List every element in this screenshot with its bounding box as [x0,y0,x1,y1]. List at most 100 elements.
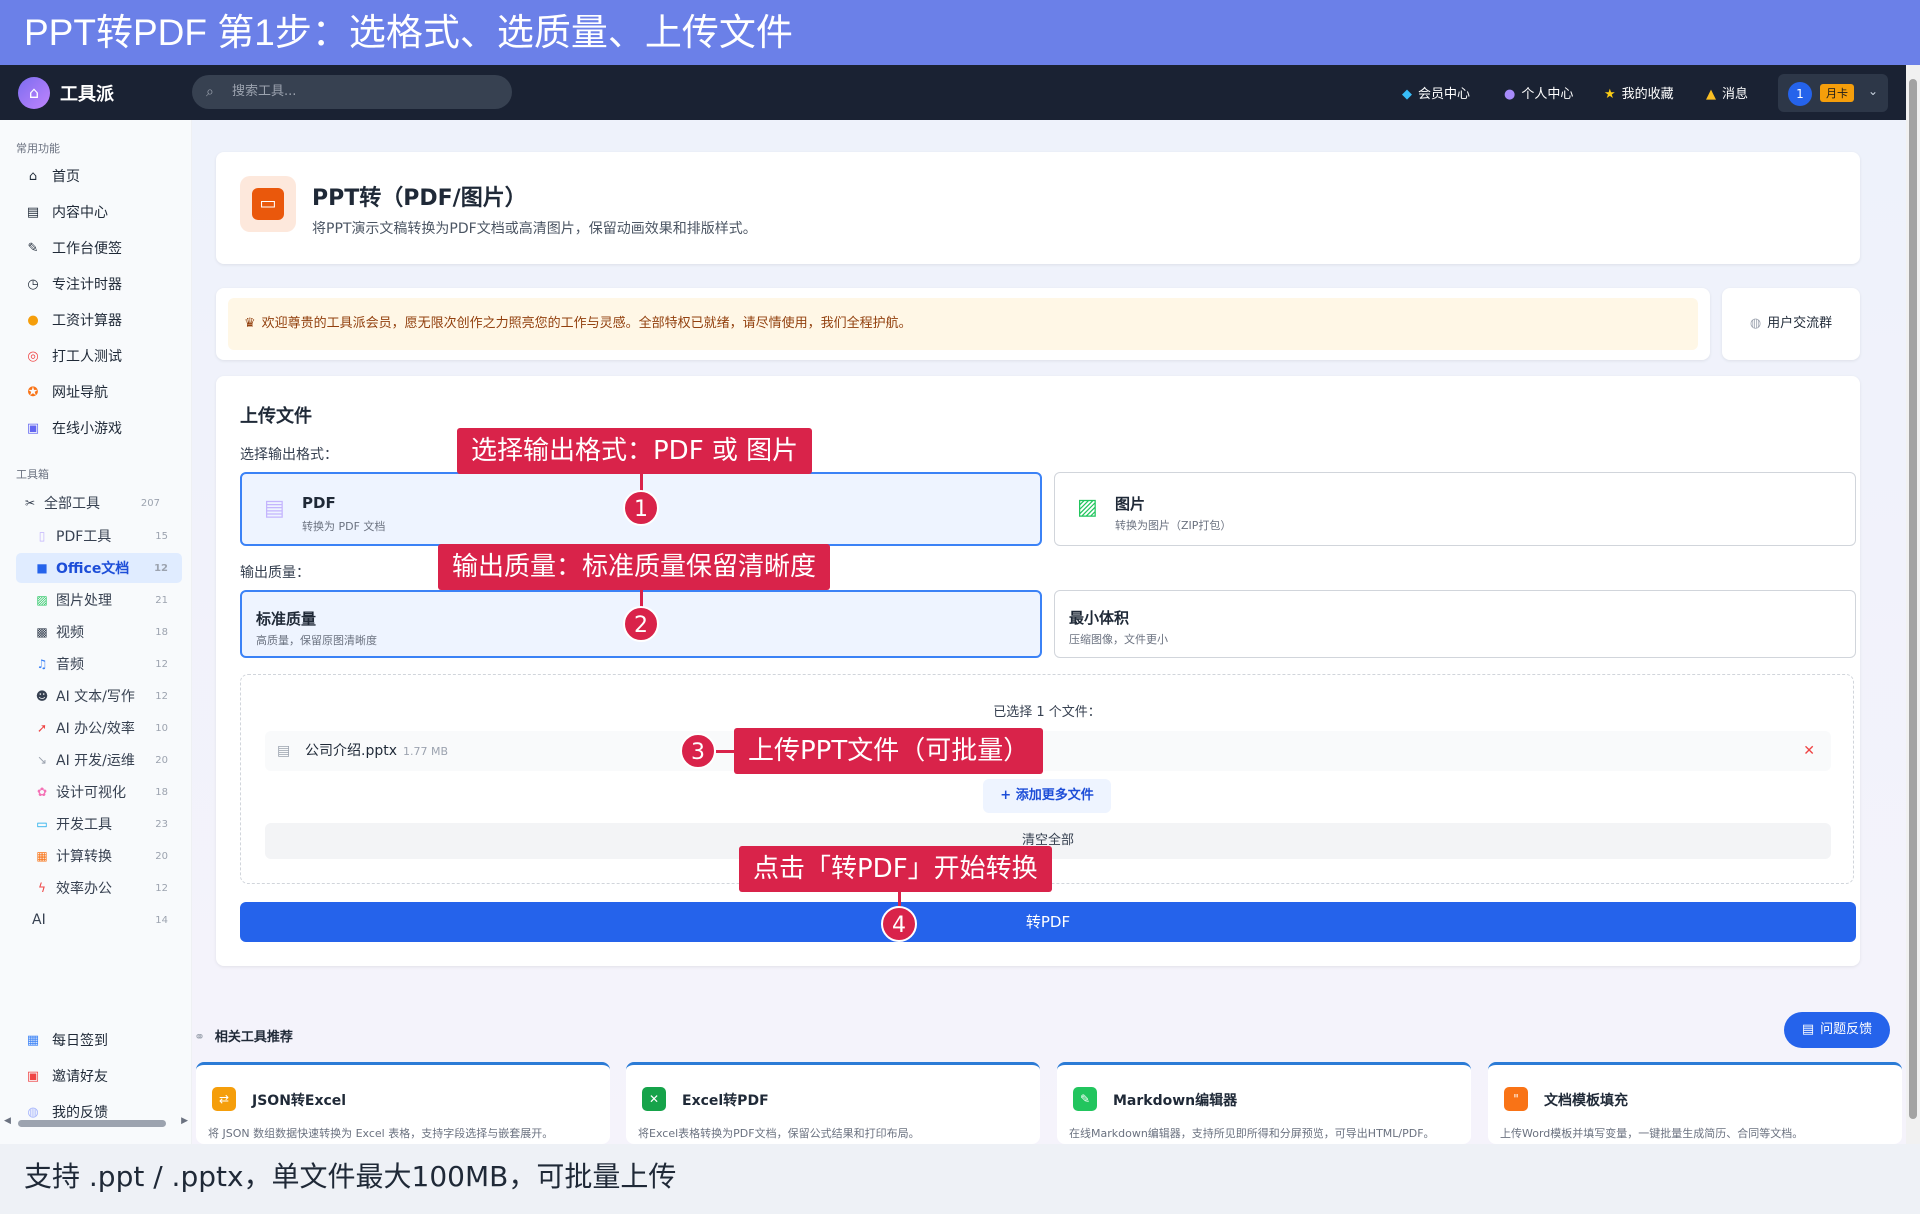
annotation-label-2: 输出质量：标准质量保留清晰度 [438,544,831,590]
nav-profile[interactable]: ● 个人中心 [1504,83,1573,102]
scroll-left-icon[interactable]: ◀ [4,1116,11,1126]
related-tool-card[interactable]: ⇄ JSON转Excel 将 JSON 数组数据快速转换为 Excel 表格，支… [196,1062,610,1144]
chat-icon: ◍ [1749,316,1762,331]
sidebar-item-label: 网址导航 [52,385,108,401]
convert-button[interactable]: 转PDF [240,902,1856,942]
nav-messages[interactable]: ▲ 消息 [1706,83,1748,102]
gamepad-icon: ▣ [26,420,40,436]
markdown-icon: ✎ [1073,1087,1097,1111]
nav-label: 会员中心 [1418,87,1471,102]
brand-name[interactable]: 工具派 [60,80,114,106]
compass-icon: ✪ [27,384,39,400]
sidebar-item-label: 音频 [56,657,84,673]
tool-desc: 上传Word模板并填写变量，一键批量生成简历、合同等文档。 [1500,1127,1804,1140]
option-name: 最小体积 [1069,609,1130,627]
app-logo-icon[interactable]: ⌂ [18,77,50,109]
page-description: 将PPT演示文稿转换为PDF文档或高清图片，保留动画效果和排版样式。 [312,221,757,237]
chevron-down-icon: ⌄ [1868,84,1879,98]
scrollbar-thumb[interactable] [1909,79,1917,1119]
related-tool-card[interactable]: " 文档模板填充 上传Word模板并填写变量，一键批量生成简历、合同等文档。 [1488,1062,1902,1144]
avatar: 1 [1788,82,1812,106]
sidebar-count: 15 [155,530,168,542]
feedback-label: 问题反馈 [1820,1022,1873,1037]
sidebar-item-games[interactable]: ▣ 在线小游戏 [24,418,122,438]
sidebar-item-content[interactable]: ▤ 内容中心 [24,202,108,222]
page-title: PPT转（PDF/图片） [312,186,527,211]
quality-option-smallest[interactable]: 最小体积 压缩图像，文件更小 [1054,590,1856,658]
sidebar-item-label: 设计可视化 [56,785,126,801]
sidebar-cat-efficiency[interactable]: ϟ 效率办公 12 [16,873,182,903]
file-item: ▤ 公司介绍.pptx 1.77 MB ✕ [265,731,1831,771]
annotation-label-1: 选择输出格式：PDF 或 图片 [457,428,813,474]
sidebar-cat-audio[interactable]: ♫ 音频 12 [16,649,182,679]
sidebar-cat-office[interactable]: ■ Office文档 12 [16,553,182,583]
user-menu[interactable]: 1 月卡 ⌄ [1778,74,1888,112]
sidebar-item-label: 首页 [52,169,80,185]
calculator-icon: ▦ [36,849,48,863]
member-notice: ♛ 欢迎尊贵的工具派会员，愿无限次创作之力照亮您的工作与灵感。全部特权已就绪，请尽… [228,298,1698,350]
sidebar-item-label: 工资计算器 [52,313,122,329]
option-name: PDF [302,494,336,512]
sidebar-item-label: AI 开发/运维 [56,753,135,769]
money-icon: ● [27,312,39,328]
sidebar-count: 20 [155,754,168,766]
sidebar-cat-ai-text[interactable]: ☻ AI 文本/写作 12 [16,681,182,711]
sidebar-item-invite[interactable]: ▣ 邀请好友 [24,1066,108,1086]
sidebar-item-test[interactable]: ◎ 打工人测试 [24,346,122,366]
tool-desc: 将 JSON 数组数据快速转换为 Excel 表格，支持字段选择与嵌套展开。 [208,1127,554,1140]
sidebar-cat-ai[interactable]: AI 14 [16,905,182,935]
option-name: 标准质量 [256,610,317,628]
related-tool-card[interactable]: ✎ Markdown编辑器 在线Markdown编辑器，支持所见即所得和分屏预览… [1057,1062,1471,1144]
sidebar-cat-ai-office[interactable]: ➚ AI 办公/效率 10 [16,713,182,743]
sidebar-item-memo[interactable]: ✎ 工作台便签 [24,238,122,258]
sidebar-cat-dev[interactable]: ▭ 开发工具 23 [16,809,182,839]
sidebar-cat-design[interactable]: ✿ 设计可视化 18 [16,777,182,807]
sidebar-item-checkin[interactable]: ▦ 每日签到 [24,1030,108,1050]
sidebar-item-feedback[interactable]: ◍ 我的反馈 [24,1102,108,1122]
sidebar-item-label: 在线小游戏 [52,421,122,437]
notice-text: 欢迎尊贵的工具派会员，愿无限次创作之力照亮您的工作与灵感。全部特权已就绪，请尽情… [261,316,912,331]
sidebar-cat-video[interactable]: ▩ 视频 18 [16,617,182,647]
add-more-files-button[interactable]: + 添加更多文件 [983,779,1111,813]
user-group-button[interactable]: ◍ 用户交流群 [1722,288,1860,360]
sidebar-item-nav[interactable]: ✪ 网址导航 [24,382,108,402]
quality-label: 输出质量： [240,565,310,581]
sidebar-item-label: AI [32,912,46,928]
robot-icon: ☻ [35,689,49,703]
nav-favorites[interactable]: ★ 我的收藏 [1604,83,1674,102]
sidebar-item-all-tools[interactable]: ✂ 全部工具 207 [8,488,174,518]
document-icon: ▤ [264,496,285,521]
group-button-label: 用户交流群 [1767,316,1833,331]
sidebar-cat-ai-dev[interactable]: ↘ AI 开发/运维 20 [16,745,182,775]
sidebar-item-label: AI 办公/效率 [56,721,135,737]
sidebar-item-home[interactable]: ⌂ 首页 [24,166,80,186]
feedback-button[interactable]: ▤ 问题反馈 [1784,1012,1890,1048]
sidebar-item-timer[interactable]: ◷ 专注计时器 [24,274,122,294]
remove-file-icon[interactable]: ✕ [1803,731,1815,771]
scroll-right-icon[interactable]: ▶ [181,1116,188,1126]
palette-icon: ✿ [36,785,48,799]
crown-icon: ♛ [244,316,256,331]
image-icon: ▨ [1077,495,1098,520]
memo-icon: ✎ [27,240,39,256]
sidebar-cat-calc[interactable]: ▦ 计算转换 20 [16,841,182,871]
page-vertical-scrollbar[interactable] [1906,65,1920,1144]
search-input[interactable]: ⌕ 搜索工具... [192,75,512,109]
sidebar-item-salary[interactable]: ● 工资计算器 [24,310,122,330]
image-icon: ▨ [36,593,48,607]
json-icon: ⇄ [212,1087,236,1111]
related-tool-card[interactable]: ✕ Excel转PDF 将Excel表格转换为PDF文档，保留公式结果和打印布局… [626,1062,1040,1144]
sidebar-section-tools: 工具箱 [16,468,49,481]
related-tools-title: ⚭ 相关工具推荐 [194,1026,293,1045]
annotation-label-4: 点击「转PDF」开始转换 [739,846,1052,892]
sidebar-cat-pdf[interactable]: ▯ PDF工具 15 [16,521,182,551]
sidebar-cat-image[interactable]: ▨ 图片处理 21 [16,585,182,615]
format-option-image[interactable]: ▨ 图片 转换为图片（ZIP打包） [1054,472,1856,546]
lightning-icon: ϟ [38,881,46,895]
document-icon: ▤ [1801,1022,1815,1037]
nav-membership[interactable]: ◆ 会员中心 [1402,83,1470,102]
gift-icon: ▣ [26,1068,40,1084]
sidebar-count: 10 [155,722,168,734]
bell-icon: ▲ [1706,87,1716,102]
main-content: ▭ PPT转（PDF/图片） 将PPT演示文稿转换为PDF文档或高清图片，保留动… [192,120,1906,1144]
